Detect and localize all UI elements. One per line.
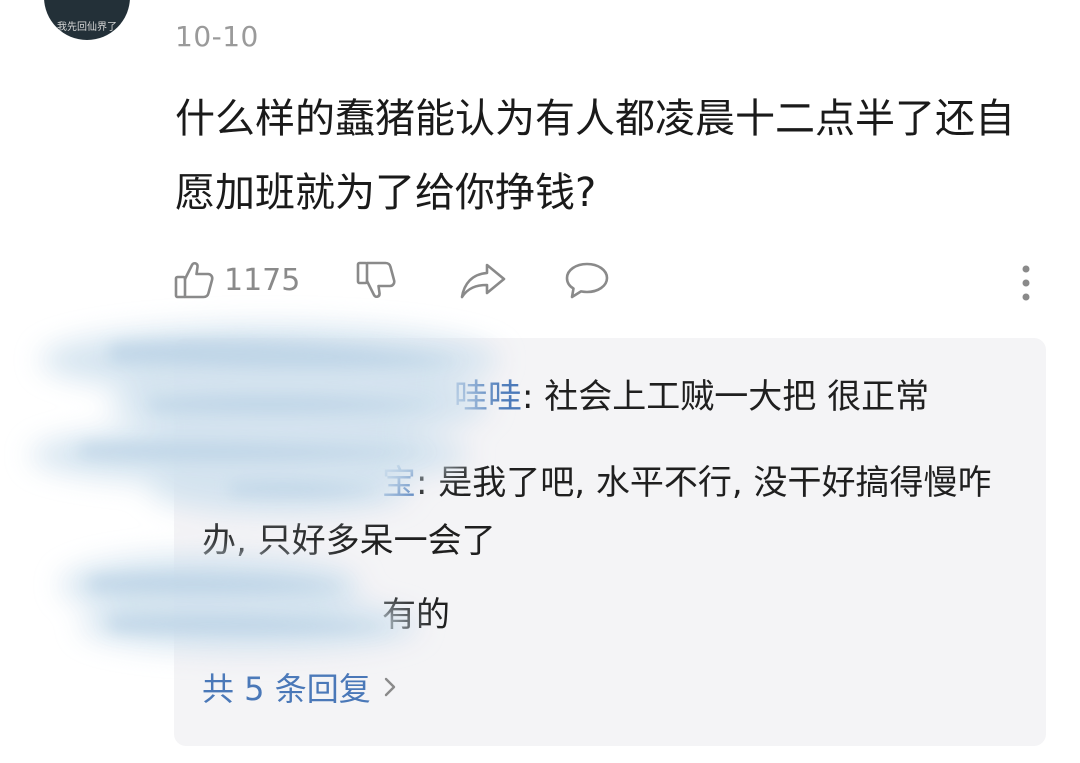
dislike-button[interactable] bbox=[354, 252, 400, 308]
reply-item[interactable]: 宝: 是我了吧, 水平不行, 没干好搞得慢咋办, 只好多呆一会了 bbox=[202, 454, 1006, 570]
more-icon bbox=[1022, 265, 1030, 301]
reply-username[interactable]: 宝 bbox=[382, 463, 416, 503]
avatar[interactable]: 我先回仙界了 bbox=[44, 0, 130, 40]
view-all-replies-label: 共 5 条回复 bbox=[202, 670, 371, 708]
replies-panel: 哇哇: 社会上工贼一大把 很正常 宝: 是我了吧, 水平不行, 没干好搞得慢咋办… bbox=[174, 338, 1046, 746]
reply-text: 社会上工贼一大把 很正常 bbox=[544, 377, 930, 417]
chevron-right-icon bbox=[384, 677, 395, 697]
reply-item[interactable]: 有的 bbox=[202, 586, 1006, 644]
comment-actions: 1175 bbox=[172, 252, 1052, 308]
comment-icon bbox=[565, 262, 609, 299]
share-icon bbox=[460, 263, 506, 299]
reply-text: 有的 bbox=[382, 595, 450, 635]
reply-button[interactable] bbox=[562, 252, 612, 308]
comment-text: 什么样的蠢猪能认为有人都凌晨十二点半了还自愿加班就为了给你挣钱? bbox=[175, 96, 1015, 216]
comment-date: 10-10 bbox=[175, 20, 259, 53]
thumbs-down-icon bbox=[356, 261, 396, 299]
reply-text: 是我了吧, 水平不行, 没干好搞得慢咋办, 只好多呆一会了 bbox=[202, 463, 992, 561]
like-count: 1175 bbox=[224, 262, 301, 298]
share-button[interactable] bbox=[458, 252, 508, 308]
reply-username[interactable]: 哇哇 bbox=[454, 377, 522, 417]
thumbs-up-icon bbox=[174, 261, 214, 299]
reply-item[interactable]: 哇哇: 社会上工贼一大把 很正常 bbox=[202, 368, 1006, 426]
avatar-caption: 我先回仙界了 bbox=[57, 22, 117, 33]
view-all-replies-link[interactable]: 共 5 条回复 bbox=[202, 664, 397, 710]
more-options-button[interactable] bbox=[1014, 252, 1038, 308]
like-button[interactable]: 1175 bbox=[172, 252, 300, 308]
